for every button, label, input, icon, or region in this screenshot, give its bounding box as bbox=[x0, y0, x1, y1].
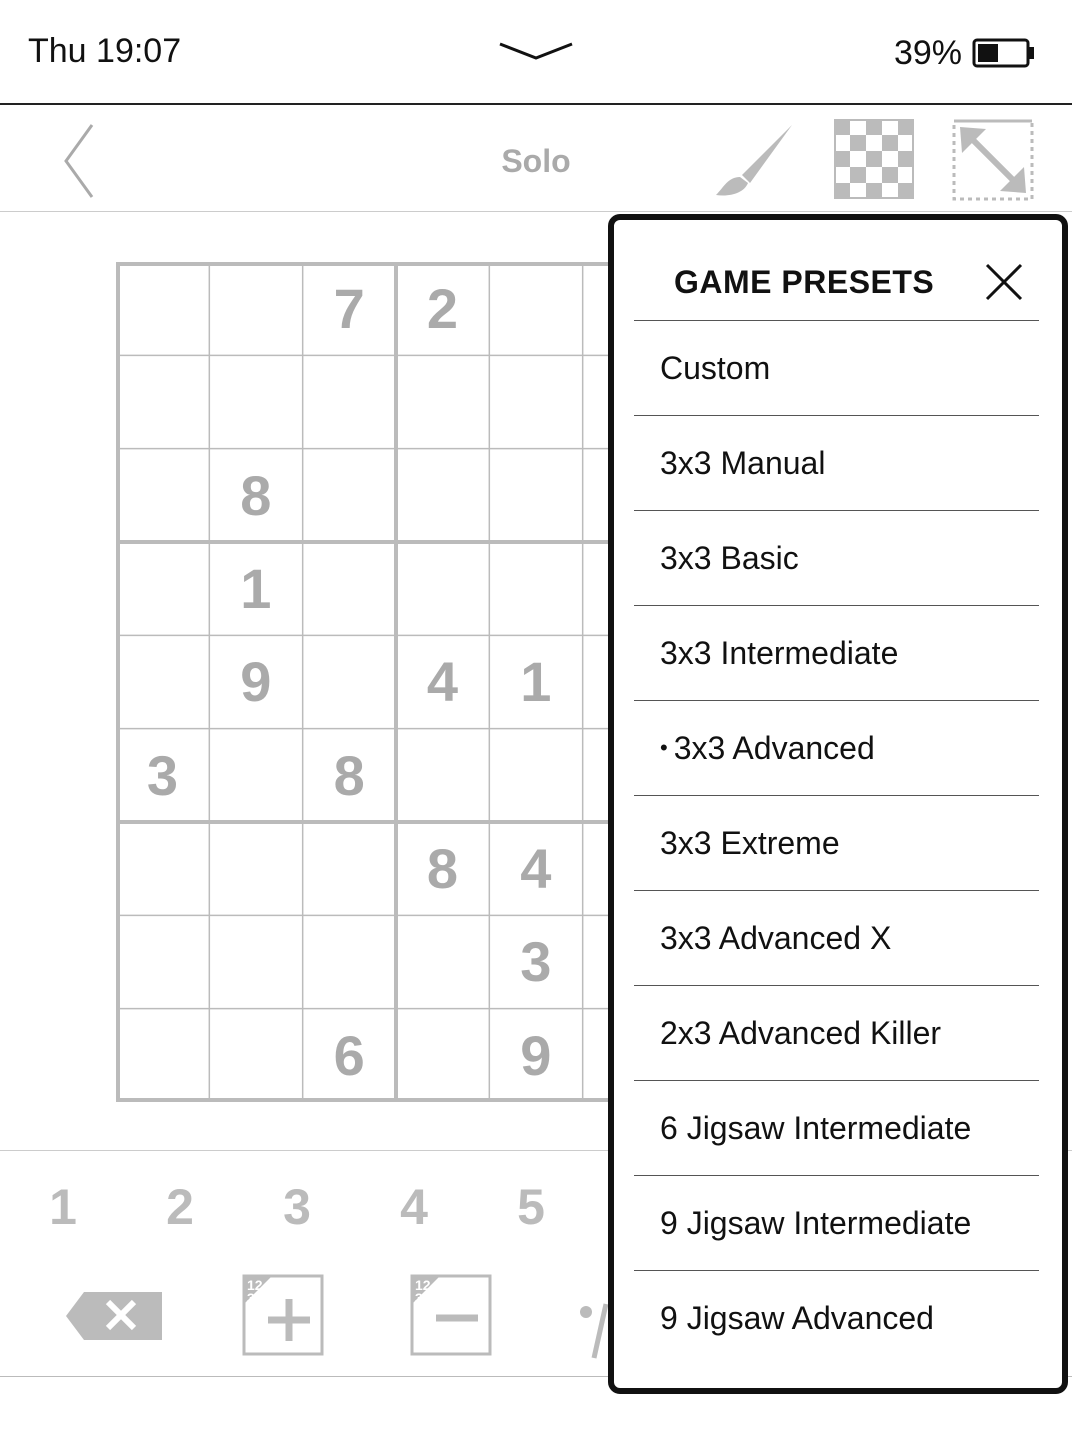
percent-icon[interactable] bbox=[576, 1300, 610, 1360]
number-key-2[interactable]: 2 bbox=[150, 1178, 210, 1236]
preset-text: 3x3 Intermediate bbox=[660, 635, 899, 671]
preset-label: 3x3 Extreme bbox=[660, 825, 840, 862]
clock: Thu 19:07 bbox=[28, 32, 182, 70]
preset-text: 6 Jigsaw Intermediate bbox=[660, 1110, 972, 1146]
brush-icon[interactable] bbox=[712, 121, 796, 201]
battery-icon bbox=[972, 38, 1034, 68]
preset-text: 9 Jigsaw Advanced bbox=[660, 1300, 934, 1336]
preset-item[interactable]: 3x3 Extreme bbox=[634, 797, 1039, 891]
chevron-down-icon[interactable] bbox=[498, 36, 574, 66]
board-cell[interactable]: 3 bbox=[116, 729, 209, 822]
board-cell[interactable]: 8 bbox=[396, 822, 489, 915]
add-note-icon[interactable]: 12 3 bbox=[242, 1274, 324, 1356]
preset-item[interactable]: 3x3 Advanced X bbox=[634, 892, 1039, 986]
preset-item[interactable]: 3x3 Intermediate bbox=[634, 607, 1039, 701]
preset-item[interactable]: Custom bbox=[634, 322, 1039, 416]
number-key-1[interactable]: 1 bbox=[33, 1178, 93, 1236]
battery-percentage: 39% bbox=[893, 34, 962, 72]
board-cell[interactable]: 9 bbox=[489, 1009, 582, 1102]
preset-label: 3x3 Manual bbox=[660, 445, 825, 482]
board-cell[interactable]: 1 bbox=[209, 542, 302, 635]
erase-icon[interactable] bbox=[66, 1292, 162, 1340]
number-key-4[interactable]: 4 bbox=[384, 1178, 444, 1236]
svg-text:3: 3 bbox=[415, 1290, 423, 1306]
preset-label: 9 Jigsaw Advanced bbox=[660, 1300, 934, 1337]
board-cell[interactable]: 8 bbox=[209, 449, 302, 542]
preset-text: 9 Jigsaw Intermediate bbox=[660, 1205, 972, 1241]
preset-item[interactable]: • 3x3 Advanced bbox=[634, 702, 1039, 796]
board-cell[interactable]: 8 bbox=[303, 729, 396, 822]
preset-text: 3x3 Basic bbox=[660, 540, 799, 576]
preset-text: 3x3 Manual bbox=[660, 445, 826, 481]
expand-icon[interactable] bbox=[952, 119, 1034, 201]
remove-note-icon[interactable]: 12 3 bbox=[410, 1274, 492, 1356]
preset-label: 3x3 Basic bbox=[660, 540, 799, 577]
panel-header-divider bbox=[634, 320, 1039, 321]
board-cell[interactable]: 7 bbox=[303, 262, 396, 355]
panel-title: GAME PRESETS bbox=[674, 264, 935, 300]
preset-label: 3x3 Intermediate bbox=[660, 635, 898, 672]
preset-label: 6 Jigsaw Intermediate bbox=[660, 1110, 971, 1147]
game-presets-panel: GAME PRESETS Custom 3x3 Manual 3x3 Basic 3x… bbox=[608, 214, 1068, 1394]
board-cell[interactable]: 4 bbox=[396, 635, 489, 728]
preset-label: 2x3 Advanced Killer bbox=[660, 1015, 941, 1052]
close-icon[interactable] bbox=[984, 262, 1024, 302]
preset-text: 2x3 Advanced Killer bbox=[660, 1015, 942, 1051]
preset-text: 3x3 Advanced bbox=[673, 730, 875, 766]
preset-item[interactable]: 6 Jigsaw Intermediate bbox=[634, 1082, 1039, 1176]
selected-bullet-icon: • bbox=[660, 735, 668, 760]
preset-item[interactable]: 9 Jigsaw Intermediate bbox=[634, 1177, 1039, 1271]
board-cell[interactable]: 4 bbox=[489, 822, 582, 915]
app-toolbar: Solo bbox=[0, 105, 1072, 212]
preset-text: 3x3 Advanced X bbox=[660, 920, 892, 956]
number-key-3[interactable]: 3 bbox=[267, 1178, 327, 1236]
status-bar: Thu 19:07 39% bbox=[0, 0, 1072, 105]
preset-item[interactable]: 3x3 Manual bbox=[634, 417, 1039, 511]
preset-label: 3x3 Advanced X bbox=[660, 920, 891, 957]
preset-label: • 3x3 Advanced bbox=[660, 730, 875, 767]
preset-label: Custom bbox=[660, 350, 770, 387]
preset-text: Custom bbox=[660, 350, 771, 386]
board-cell[interactable]: 2 bbox=[396, 262, 489, 355]
number-key-5[interactable]: 5 bbox=[501, 1178, 561, 1236]
preset-item[interactable]: 9 Jigsaw Advanced bbox=[634, 1272, 1039, 1366]
checkerboard-icon[interactable] bbox=[834, 119, 914, 199]
svg-text:3: 3 bbox=[247, 1290, 255, 1306]
preset-item[interactable]: 2x3 Advanced Killer bbox=[634, 987, 1039, 1081]
board-cell[interactable]: 9 bbox=[209, 635, 302, 728]
preset-label: 9 Jigsaw Intermediate bbox=[660, 1205, 971, 1242]
board-cell[interactable]: 6 bbox=[303, 1009, 396, 1102]
preset-item[interactable]: 3x3 Basic bbox=[634, 512, 1039, 606]
board-cell[interactable]: 1 bbox=[489, 635, 582, 728]
board-cell[interactable]: 3 bbox=[489, 915, 582, 1008]
preset-text: 3x3 Extreme bbox=[660, 825, 840, 861]
